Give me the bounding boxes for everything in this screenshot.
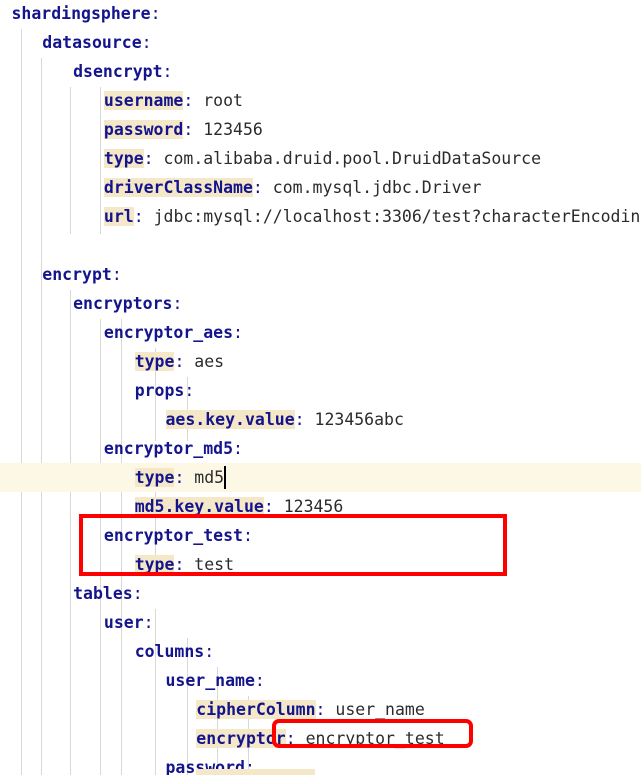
code-line[interactable]: type: test: [0, 550, 641, 579]
code-line[interactable]: encryptor_md5:: [0, 434, 641, 463]
yaml-key[interactable]: encrypt: [42, 265, 112, 284]
code-line[interactable]: encryptor: encryptor_test: [0, 724, 641, 753]
code-line[interactable]: md5.key.value: 123456: [0, 492, 641, 521]
code-line[interactable]: cipherColumn: user_name: [0, 695, 641, 724]
yaml-colon: :: [285, 729, 296, 748]
yaml-key[interactable]: encryptors: [73, 294, 172, 313]
yaml-key[interactable]: type: [103, 149, 144, 168]
code-line[interactable]: datasource:: [0, 28, 641, 57]
yaml-key[interactable]: datasource: [42, 33, 141, 52]
code-line[interactable]: encrypt:: [0, 260, 641, 289]
yaml-key[interactable]: props: [135, 381, 185, 400]
caret: [223, 466, 226, 489]
yaml-value[interactable]: root: [193, 91, 243, 110]
code-line[interactable]: username: root: [0, 86, 641, 115]
yaml-colon: :: [184, 381, 195, 400]
code-line[interactable]: encryptors:: [0, 289, 641, 318]
yaml-colon: :: [254, 671, 265, 690]
code-line[interactable]: url: jdbc:mysql://localhost:3306/test?ch…: [0, 202, 641, 231]
yaml-key[interactable]: encryptor_aes: [104, 323, 233, 342]
code-line[interactable]: dsencrypt:: [0, 57, 641, 86]
yaml-key[interactable]: aes.key.value: [165, 410, 295, 429]
yaml-colon: :: [233, 439, 243, 458]
yaml-colon: :: [183, 120, 194, 139]
yaml-key[interactable]: type: [134, 352, 175, 371]
yaml-key[interactable]: md5.key.value: [134, 497, 264, 516]
yaml-value[interactable]: 123456: [193, 120, 263, 139]
yaml-value[interactable]: md5: [184, 468, 224, 487]
yaml-colon: :: [162, 62, 173, 81]
yaml-key[interactable]: tables: [73, 584, 133, 603]
yaml-colon: :: [141, 33, 152, 52]
yaml-colon: :: [174, 468, 185, 487]
yaml-value[interactable]: user_name: [325, 700, 424, 719]
yaml-key[interactable]: encryptor_md5: [104, 439, 233, 458]
yaml-code-editor[interactable]: shardingsphere: datasource: dsencrypt: user…: [0, 0, 641, 775]
code-line[interactable]: user_name:: [0, 666, 641, 695]
yaml-value[interactable]: test: [184, 555, 234, 574]
yaml-value[interactable]: aes: [184, 352, 224, 371]
yaml-colon: :: [242, 526, 253, 545]
yaml-colon: :: [172, 294, 183, 313]
yaml-value[interactable]: encryptor_test: [296, 729, 445, 748]
yaml-colon: :: [111, 265, 122, 284]
yaml-key[interactable]: username: [103, 91, 184, 110]
yaml-colon: :: [294, 410, 305, 429]
code-line[interactable]: encryptor_test:: [0, 521, 641, 550]
yaml-key[interactable]: columns: [135, 642, 205, 661]
yaml-key[interactable]: encryptor_test: [104, 526, 243, 545]
yaml-colon: :: [263, 497, 274, 516]
yaml-key[interactable]: shardingsphere: [12, 4, 151, 23]
yaml-key[interactable]: type: [134, 555, 175, 574]
code-line[interactable]: aes.key.value: 123456abc: [0, 405, 641, 434]
yaml-colon: :: [174, 555, 185, 574]
code-line[interactable]: type: md5: [0, 463, 641, 492]
yaml-key[interactable]: type: [134, 468, 175, 487]
yaml-key[interactable]: cipherColumn: [196, 700, 316, 719]
yaml-key[interactable]: encryptor: [196, 729, 286, 748]
yaml-value[interactable]: jdbc:mysql://localhost:3306/test?charact…: [144, 207, 641, 226]
yaml-key[interactable]: url: [103, 207, 134, 226]
yaml-value[interactable]: 123456abc: [305, 410, 404, 429]
code-line[interactable]: [0, 231, 641, 260]
code-line[interactable]: encryptor_aes:: [0, 318, 641, 347]
code-line[interactable]: password: 123456: [0, 115, 641, 144]
yaml-key[interactable]: user_name: [166, 671, 255, 690]
yaml-colon: :: [252, 178, 263, 197]
yaml-key[interactable]: password: [103, 120, 184, 139]
yaml-colon: :: [133, 207, 144, 226]
yaml-value[interactable]: 123456: [274, 497, 344, 516]
code-line[interactable]: type: aes: [0, 347, 641, 376]
code-line[interactable]: user:: [0, 608, 641, 637]
clipped-key-highlight: [196, 769, 316, 775]
yaml-value[interactable]: com.mysql.jdbc.Driver: [263, 178, 482, 197]
yaml-value[interactable]: com.alibaba.druid.pool.DruidDataSource: [154, 149, 542, 168]
yaml-colon: :: [204, 642, 215, 661]
yaml-colon: :: [183, 91, 194, 110]
yaml-key[interactable]: user: [104, 613, 144, 632]
code-line[interactable]: driverClassName: com.mysql.jdbc.Driver: [0, 173, 641, 202]
yaml-key[interactable]: dsencrypt: [73, 62, 162, 81]
code-line[interactable]: props:: [0, 376, 641, 405]
yaml-colon: :: [315, 700, 326, 719]
code-line[interactable]: tables:: [0, 579, 641, 608]
code-line[interactable]: columns:: [0, 637, 641, 666]
code-line[interactable]: password:: [0, 753, 641, 775]
code-line[interactable]: type: com.alibaba.druid.pool.DruidDataSo…: [0, 144, 641, 173]
yaml-colon: :: [150, 4, 161, 23]
yaml-colon: :: [132, 584, 143, 603]
yaml-colon: :: [233, 323, 243, 342]
yaml-key[interactable]: driverClassName: [103, 178, 253, 197]
yaml-colon: :: [143, 613, 154, 632]
yaml-colon: :: [143, 149, 154, 168]
code-line[interactable]: shardingsphere:: [0, 0, 641, 28]
yaml-colon: :: [174, 352, 185, 371]
